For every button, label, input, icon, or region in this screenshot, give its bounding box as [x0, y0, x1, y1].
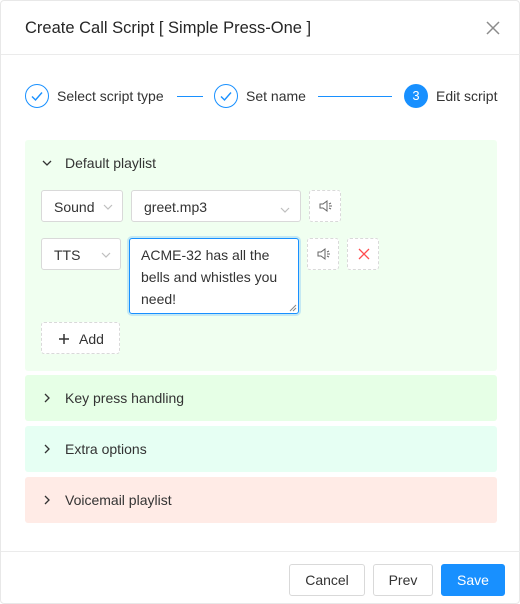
row-2-type-value: TTS [54, 247, 81, 263]
panel-key-press[interactable]: Key press handling [25, 375, 497, 421]
step-1-connector [177, 96, 203, 97]
close-icon[interactable] [484, 19, 502, 37]
row-1-type-value: Sound [54, 199, 95, 215]
row-1-type-select[interactable]: Sound [41, 190, 123, 222]
chevron-down-icon [280, 207, 290, 213]
dialog-header: Create Call Script [ Simple Press-One ] [1, 1, 520, 55]
panel-default-playlist-header[interactable]: Default playlist [25, 140, 497, 186]
chevron-right-icon [44, 495, 50, 505]
step-3-label: Edit script [436, 88, 498, 104]
panel-key-press-title: Key press handling [65, 390, 185, 406]
cancel-button[interactable]: Cancel [289, 564, 365, 596]
row-2-delete-button[interactable] [347, 238, 379, 270]
dialog-footer: Cancel Prev Save [1, 551, 520, 604]
save-button[interactable]: Save [441, 564, 505, 596]
panel-extra-options-title: Extra options [65, 441, 147, 457]
speaker-icon [319, 200, 332, 212]
row-2-play-button[interactable] [307, 238, 339, 270]
panel-voicemail[interactable]: Voicemail playlist [25, 477, 497, 523]
create-call-script-dialog: Create Call Script [ Simple Press-One ] … [0, 0, 520, 604]
row-1-file-select[interactable]: greet.mp3 [131, 190, 301, 222]
step-1-check-icon [25, 84, 49, 108]
steps-bar: Select script type Set name 3 Edit scrip… [25, 84, 505, 110]
step-3-number: 3 [404, 84, 428, 108]
panel-extra-options[interactable]: Extra options [25, 426, 497, 472]
row-1-play-button[interactable] [309, 190, 341, 222]
row-1-file-value: greet.mp3 [144, 199, 208, 215]
plus-icon [59, 334, 69, 344]
row-2-tts-text: ACME-32 has all the bells and whistles y… [141, 247, 278, 307]
add-item-button[interactable]: Add [41, 322, 120, 354]
step-2-label: Set name [246, 88, 306, 104]
chevron-down-icon [101, 252, 111, 258]
panel-default-playlist-title: Default playlist [65, 155, 157, 171]
chevron-right-icon [44, 393, 50, 403]
step-2-connector [318, 96, 392, 97]
close-icon [358, 248, 370, 260]
add-item-label: Add [79, 331, 104, 347]
step-1-label: Select script type [57, 88, 164, 104]
prev-button[interactable]: Prev [373, 564, 433, 596]
row-2-type-select[interactable]: TTS [41, 238, 121, 270]
chevron-down-icon [103, 204, 113, 210]
chevron-right-icon [44, 444, 50, 454]
row-2-tts-textarea[interactable]: ACME-32 has all the bells and whistles y… [129, 238, 299, 314]
chevron-down-icon [42, 160, 52, 166]
dialog-title: Create Call Script [ Simple Press-One ] [25, 19, 312, 37]
panel-voicemail-title: Voicemail playlist [65, 492, 172, 508]
speaker-icon [317, 248, 330, 260]
step-2-check-icon [214, 84, 238, 108]
resize-handle-icon[interactable] [289, 304, 297, 312]
